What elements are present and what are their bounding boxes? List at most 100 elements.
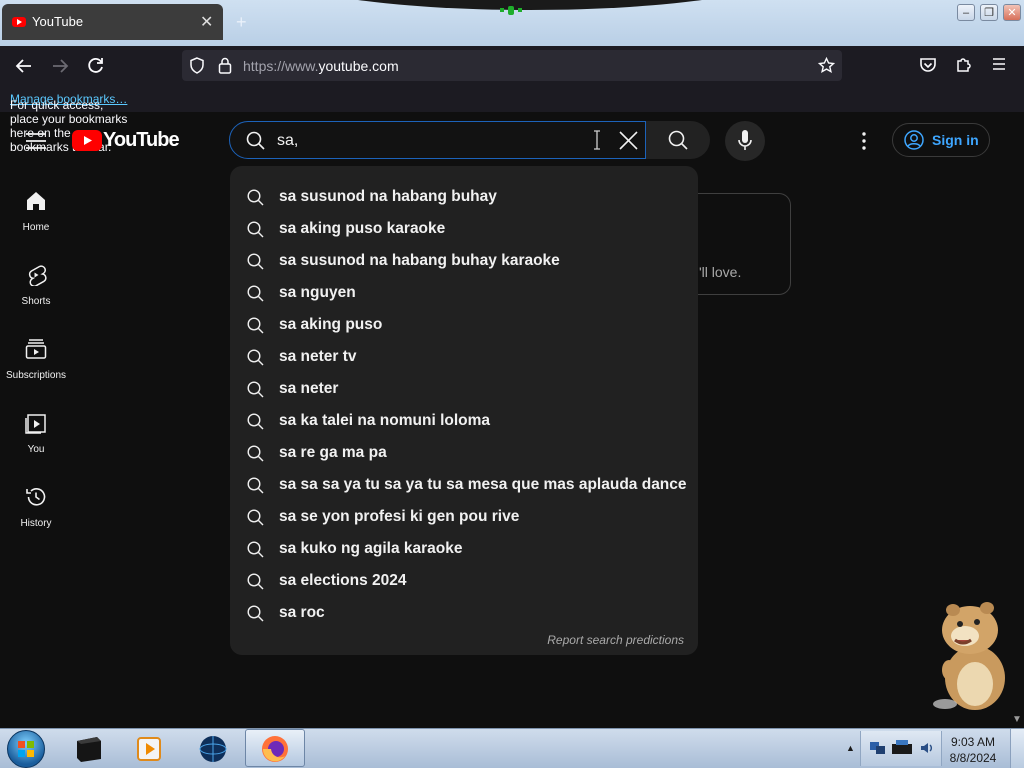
search-icon	[247, 413, 264, 430]
suggestion-text: sa sa sa ya tu sa ya tu sa mesa que mas …	[279, 476, 687, 493]
search-input[interactable]: sa,	[229, 121, 646, 159]
extensions-puzzle-icon[interactable]	[955, 55, 973, 73]
window-close-button[interactable]: ✕	[1003, 4, 1021, 21]
text-cursor-icon	[594, 130, 600, 150]
suggestion-text: sa roc	[279, 604, 325, 621]
clock-date: 8/8/2024	[949, 751, 997, 765]
search-suggestion-item[interactable]: sa aking puso karaoke	[230, 213, 698, 245]
bookmarks-toolbar: For quick access, place your bookmarks h…	[0, 86, 1024, 154]
sidebar-item-subscriptions[interactable]: Subscriptions	[0, 316, 72, 390]
windows-logo-icon	[18, 741, 34, 757]
subscriptions-icon	[25, 339, 47, 359]
url-bar[interactable]: https://www.youtube.com	[182, 50, 842, 81]
scroll-down-arrow[interactable]: ▼	[1012, 714, 1022, 725]
network-icon[interactable]	[869, 740, 887, 756]
sign-in-button[interactable]: Sign in	[892, 123, 990, 157]
report-search-predictions-link[interactable]: Report search predictions	[547, 633, 684, 647]
suggestion-text: sa susunod na habang buhay	[279, 188, 497, 205]
shield-icon[interactable]	[189, 57, 205, 74]
url-text[interactable]: https://www.youtube.com	[243, 58, 399, 74]
search-suggestion-item[interactable]: sa kuko ng agila karaoke	[230, 533, 698, 565]
printer-icon[interactable]	[891, 739, 913, 757]
search-suggestion-item[interactable]: sa re ga ma pa	[230, 437, 698, 469]
pocket-icon[interactable]	[919, 56, 937, 74]
tab-title: YouTube	[32, 14, 84, 29]
search-icon	[247, 509, 264, 526]
suggestion-text: sa aking puso karaoke	[279, 220, 446, 237]
windows-taskbar: ▲ 9:03 AM 8/8/2024	[0, 728, 1024, 768]
suggestion-text: sa kuko ng agila karaoke	[279, 540, 463, 557]
show-hidden-icons-button[interactable]: ▲	[846, 743, 855, 753]
suggestion-text: sa susunod na habang buhay karaoke	[279, 252, 560, 269]
search-suggestion-item[interactable]: sa aking puso	[230, 309, 698, 341]
youtube-logo-text: YouTube	[103, 129, 180, 151]
lock-icon[interactable]	[218, 57, 232, 74]
taskbar-app-firefox[interactable]	[245, 729, 305, 767]
search-suggestion-item[interactable]: sa elections 2024	[230, 565, 698, 597]
taskbar-app-terminal[interactable]	[60, 730, 118, 766]
search-suggestion-item[interactable]: sa se yon profesi ki gen pou rive	[230, 501, 698, 533]
show-desktop-button[interactable]	[1010, 729, 1024, 768]
star-bookmark-icon[interactable]	[818, 57, 835, 74]
search-button[interactable]	[646, 121, 710, 159]
search-suggestion-item[interactable]: sa nguyen	[230, 277, 698, 309]
window-restore-button[interactable]: ❐	[980, 4, 998, 21]
back-arrow-icon[interactable]	[15, 57, 33, 75]
search-icon	[247, 349, 264, 366]
forward-arrow-icon[interactable]	[51, 57, 69, 75]
history-icon	[26, 488, 46, 506]
account-circle-icon	[904, 130, 924, 150]
search-icon	[247, 573, 264, 590]
suggestion-text: sa neter	[279, 380, 339, 397]
voice-search-button[interactable]	[725, 121, 765, 161]
clock-time: 9:03 AM	[950, 735, 996, 749]
search-icon	[247, 477, 264, 494]
sidebar-item-shorts[interactable]: Shorts	[0, 242, 72, 316]
suggestion-text: sa elections 2024	[279, 572, 407, 589]
search-suggestion-item[interactable]: sa neter	[230, 373, 698, 405]
search-suggestion-item[interactable]: sa roc	[230, 597, 698, 629]
media-player-icon	[137, 737, 161, 761]
suggestion-text: sa se yon profesi ki gen pou rive	[279, 508, 520, 525]
globe-icon	[199, 736, 227, 762]
search-suggestion-item[interactable]: sa sa sa ya tu sa ya tu sa mesa que mas …	[230, 469, 698, 501]
search-suggestion-item[interactable]: sa ka talei na nomuni loloma	[230, 405, 698, 437]
search-icon	[246, 131, 265, 150]
more-options-icon[interactable]	[861, 132, 867, 150]
volume-icon[interactable]	[919, 740, 935, 756]
start-button[interactable]	[7, 730, 45, 768]
new-tab-button[interactable]: +	[236, 12, 247, 33]
sidebar-item-you[interactable]: You	[0, 390, 72, 464]
url-domain: youtube.com	[318, 58, 399, 74]
search-suggestion-item[interactable]: sa susunod na habang buhay	[230, 181, 698, 213]
search-suggestion-item[interactable]: sa susunod na habang buhay karaoke	[230, 245, 698, 277]
titlebar-decoration	[270, 0, 790, 10]
hamburger-menu-icon[interactable]	[991, 56, 1007, 72]
extension-mark-icon	[500, 6, 522, 15]
search-query-text[interactable]: sa,	[277, 132, 298, 150]
browser-titlebar: YouTube ✕ + – ❐ ✕	[0, 0, 1024, 46]
reload-icon[interactable]	[87, 56, 105, 74]
sidebar-item-label: Home	[22, 222, 50, 233]
suggestion-text: sa neter tv	[279, 348, 357, 365]
sidebar-item-label: History	[20, 518, 52, 529]
window-minimize-button[interactable]: –	[957, 4, 975, 21]
taskbar-clock[interactable]: 9:03 AM 8/8/2024	[943, 734, 1003, 766]
sidebar-item-label: Subscriptions	[5, 370, 67, 381]
sidebar-item-history[interactable]: History	[0, 464, 72, 538]
clear-search-icon[interactable]	[619, 131, 638, 150]
taskbar-app-globe[interactable]	[184, 730, 242, 766]
search-suggestion-item[interactable]: sa neter tv	[230, 341, 698, 373]
tray-icons-area	[860, 731, 942, 766]
sidebar-item-home[interactable]: Home	[0, 168, 72, 242]
browser-tab-youtube[interactable]: YouTube ✕	[2, 4, 223, 40]
suggestion-text: sa aking puso	[279, 316, 383, 333]
taskbar-app-media-player[interactable]	[120, 730, 178, 766]
sign-in-label: Sign in	[932, 132, 979, 148]
hamster-mascot-image	[933, 602, 1005, 710]
bookmarks-hint: For quick access, place your bookmarks h…	[10, 92, 127, 154]
guide-menu-icon[interactable]	[26, 133, 46, 149]
tab-close-button[interactable]: ✕	[200, 12, 213, 32]
youtube-masthead: YouTube sa, Sign in	[0, 112, 1010, 168]
search-suggestions-dropdown: sa susunod na habang buhay sa aking puso …	[230, 166, 698, 655]
